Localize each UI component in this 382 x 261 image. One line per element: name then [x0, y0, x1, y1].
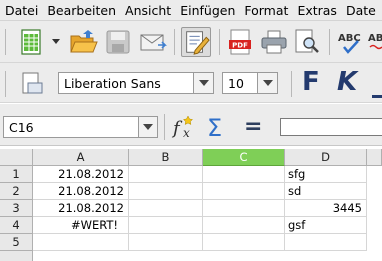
bold-button[interactable]: F — [302, 67, 320, 97]
svg-text:PDF: PDF — [232, 42, 248, 50]
formula-bar: C16 f x Σ = — [0, 104, 382, 146]
italic-button[interactable]: K — [337, 67, 357, 97]
cell-reference: C16 — [9, 120, 34, 135]
function-wizard-icon[interactable]: f x — [170, 113, 198, 141]
cell-b3[interactable] — [129, 200, 203, 217]
select-all-corner[interactable] — [0, 149, 33, 166]
cell-c4[interactable] — [203, 217, 285, 234]
toolbar-separator — [219, 29, 220, 55]
cell-a1[interactable]: 21.08.2012 — [33, 166, 129, 183]
font-name-combo[interactable]: Liberation Sans — [58, 72, 214, 94]
column-header-d[interactable]: D — [285, 149, 367, 166]
cell-a2[interactable]: 21.08.2012 — [33, 183, 129, 200]
font-name-dropdown-icon[interactable] — [193, 73, 213, 93]
row-header-6-partial[interactable] — [0, 251, 33, 261]
save-icon[interactable] — [103, 27, 133, 57]
toolbar-grip — [5, 29, 6, 55]
font-size-value: 10 — [228, 76, 244, 91]
open-folder-icon[interactable] — [68, 27, 98, 57]
cell-d2[interactable]: sd — [285, 183, 367, 200]
autospellcheck-icon[interactable]: ABC — [366, 27, 382, 57]
cell-c3[interactable] — [203, 200, 285, 217]
cell-c2[interactable] — [203, 183, 285, 200]
column-header-a[interactable]: A — [33, 149, 129, 166]
cell-b1[interactable] — [129, 166, 203, 183]
font-size-dropdown-icon[interactable] — [257, 73, 277, 93]
column-header-b[interactable]: B — [129, 149, 203, 166]
row-header-1[interactable]: 1 — [0, 166, 33, 183]
print-icon[interactable] — [259, 27, 289, 57]
underline-button-partial[interactable] — [372, 95, 382, 98]
new-spreadsheet-icon[interactable] — [16, 27, 46, 57]
spreadsheet-grid: A B C D 1 21.08.2012 sfg 2 21.08.2012 sd… — [0, 149, 382, 261]
toolbar-separator — [329, 29, 330, 55]
cell-c5[interactable] — [203, 234, 285, 251]
menu-bar: Datei Bearbeiten Ansicht Einfügen Format… — [0, 0, 382, 21]
print-preview-icon[interactable] — [292, 27, 322, 57]
row-header-3[interactable]: 3 — [0, 200, 33, 217]
styles-formatting-icon[interactable] — [16, 69, 46, 99]
cell-d1[interactable]: sfg — [285, 166, 367, 183]
column-header-c[interactable]: C — [203, 149, 285, 166]
cell-c1[interactable] — [203, 166, 285, 183]
row-header-2[interactable]: 2 — [0, 183, 33, 200]
toolbar-grip — [5, 71, 6, 97]
cell-a5[interactable] — [33, 234, 129, 251]
font-size-combo[interactable]: 10 — [222, 72, 278, 94]
menu-einfuegen[interactable]: Einfügen — [175, 3, 235, 18]
formula-input[interactable] — [280, 118, 382, 136]
svg-text:x: x — [183, 126, 190, 140]
menu-daten[interactable]: Date — [341, 3, 376, 18]
svg-text:Σ: Σ — [207, 114, 222, 141]
menu-datei[interactable]: Datei — [0, 3, 38, 18]
menu-bearbeiten[interactable]: Bearbeiten — [42, 3, 116, 18]
menu-extras[interactable]: Extras — [292, 3, 337, 18]
export-pdf-icon[interactable]: PDF — [225, 27, 255, 57]
name-box[interactable]: C16 — [3, 116, 158, 138]
function-equals-button[interactable]: = — [244, 114, 262, 139]
menu-format[interactable]: Format — [239, 3, 288, 18]
column-header-e-partial[interactable] — [367, 149, 382, 166]
cell-d4[interactable]: gsf — [285, 217, 367, 234]
sum-icon[interactable]: Σ — [204, 113, 230, 142]
email-icon[interactable] — [138, 27, 168, 57]
edit-file-icon[interactable] — [181, 27, 211, 57]
font-name-value: Liberation Sans — [64, 76, 161, 91]
menu-ansicht[interactable]: Ansicht — [120, 3, 171, 18]
row-header-4[interactable]: 4 — [0, 217, 33, 234]
name-box-dropdown-icon[interactable] — [138, 117, 157, 137]
cell-d3[interactable]: 3445 — [285, 200, 367, 217]
cell-d5[interactable] — [285, 234, 367, 251]
cell-a3[interactable]: 21.08.2012 — [33, 200, 129, 217]
new-dropdown-arrow-icon[interactable] — [52, 39, 60, 44]
toolbar-separator — [174, 29, 175, 55]
row-header-5[interactable]: 5 — [0, 234, 33, 251]
cell-b2[interactable] — [129, 183, 203, 200]
toolbar-separator — [164, 114, 165, 140]
cell-b5[interactable] — [129, 234, 203, 251]
standard-toolbar: PDF ABC ABC — [0, 21, 382, 63]
toolbar-separator — [291, 71, 292, 97]
spellcheck-icon[interactable]: ABC — [336, 27, 366, 57]
formatting-toolbar: Liberation Sans 10 F K — [0, 63, 382, 103]
cell-a4[interactable]: #WERT! — [33, 217, 129, 234]
svg-text:f: f — [171, 118, 183, 139]
cell-b4[interactable] — [129, 217, 203, 234]
svg-text:ABC: ABC — [368, 33, 382, 44]
